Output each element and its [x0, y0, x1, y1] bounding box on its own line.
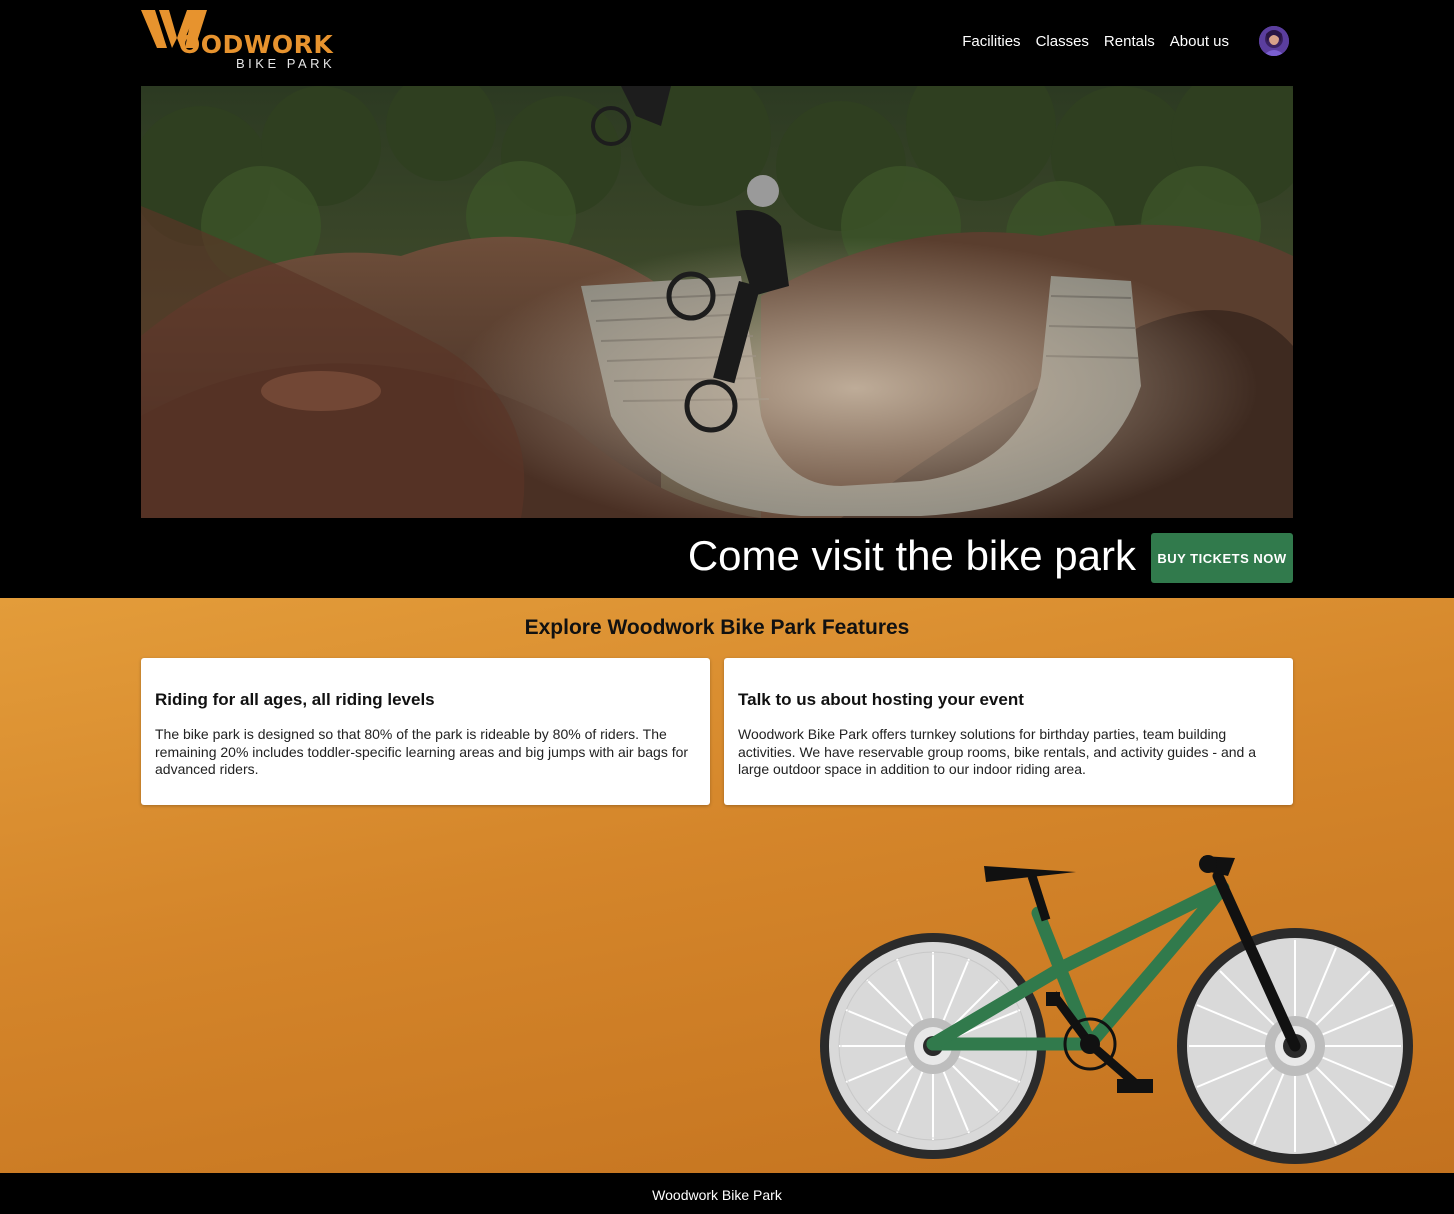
buy-tickets-button[interactable]: BUY TICKETS NOW	[1151, 533, 1293, 583]
page-footer: Woodwork Bike Park	[0, 1173, 1454, 1214]
nav-link-classes[interactable]: Classes	[1036, 33, 1089, 50]
logo-tagline: BIKE PARK	[236, 56, 336, 71]
top-navigation-bar: OODWORK BIKE PARK Facilities Classes Ren…	[0, 0, 1454, 86]
feature-card-body: The bike park is designed so that 80% of…	[155, 726, 689, 777]
user-avatar[interactable]	[1259, 26, 1289, 56]
nav-link-rentals[interactable]: Rentals	[1104, 33, 1155, 50]
feature-card-riding: Riding for all ages, all riding levels T…	[141, 658, 710, 805]
footer-text: Woodwork Bike Park	[652, 1187, 782, 1203]
avatar-icon	[1259, 26, 1289, 56]
hero-cta-row: Come visit the bike park BUY TICKETS NOW	[0, 518, 1454, 598]
nav-link-facilities[interactable]: Facilities	[962, 33, 1020, 50]
bicycle-illustration	[820, 855, 1413, 1164]
feature-card-title: Talk to us about hosting your event	[738, 690, 1024, 709]
nav-link-about-us[interactable]: About us	[1170, 33, 1229, 50]
features-title: Explore Woodwork Bike Park Features	[524, 616, 910, 639]
logo-wordmark: OODWORK	[179, 30, 334, 59]
hero-photo	[141, 86, 1293, 518]
bike-park-photo	[141, 86, 1293, 518]
feature-card-body: Woodwork Bike Park offers turnkey soluti…	[738, 726, 1256, 777]
hero-title: Come visit the bike park	[687, 532, 1136, 579]
feature-card-events: Talk to us about hosting your event Wood…	[724, 658, 1293, 805]
feature-card-title: Riding for all ages, all riding levels	[155, 690, 435, 709]
main-nav: Facilities Classes Rentals About us	[962, 33, 1229, 50]
features-section: Explore Woodwork Bike Park Features Ridi…	[0, 598, 1454, 1173]
woodwork-logo[interactable]: OODWORK BIKE PARK	[141, 8, 341, 72]
